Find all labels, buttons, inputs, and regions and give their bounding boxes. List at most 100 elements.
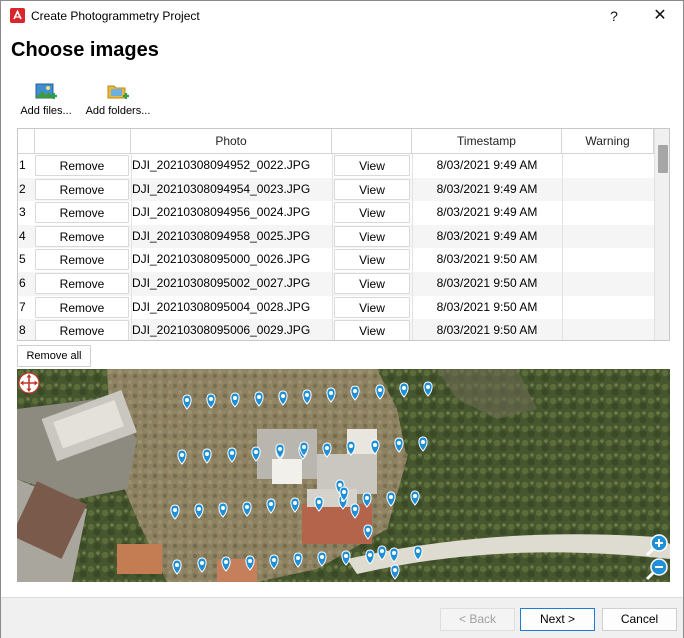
photo-location-marker[interactable] [202, 448, 212, 464]
photo-location-marker[interactable] [172, 559, 182, 575]
photo-location-marker[interactable] [177, 449, 187, 465]
view-button[interactable]: View [334, 178, 410, 200]
table-header: Photo Timestamp Warning [18, 129, 654, 154]
row-number: 6 [19, 276, 26, 290]
view-button[interactable]: View [334, 273, 410, 294]
photo-location-marker[interactable] [377, 545, 387, 561]
photo-location-marker[interactable] [266, 498, 276, 514]
photo-location-marker[interactable] [197, 557, 207, 573]
add-folders-label: Add folders... [85, 105, 151, 117]
photo-location-marker[interactable] [394, 437, 404, 453]
timestamp-cell: 8/03/2021 9:50 AM [436, 323, 538, 338]
photo-filename: DJI_20210308095006_0029.JPG [132, 323, 311, 338]
photo-location-marker[interactable] [322, 442, 332, 458]
page-title: Choose images [11, 39, 159, 61]
photo-location-marker[interactable] [346, 440, 356, 456]
photo-location-marker[interactable] [269, 554, 279, 570]
table-row[interactable]: 2 Remove DJI_20210308094954_0023.JPG View 8/… [18, 177, 654, 202]
photo-location-marker[interactable] [245, 555, 255, 571]
next-button[interactable]: Next > [520, 608, 595, 631]
table-row[interactable]: 4 Remove DJI_20210308094958_0025.JPG View 8/… [18, 224, 654, 249]
photo-location-marker[interactable] [182, 394, 192, 410]
photo-location-marker[interactable] [290, 497, 300, 513]
photo-filename: DJI_20210308094958_0025.JPG [132, 228, 311, 243]
photo-location-marker[interactable] [206, 393, 216, 409]
help-button[interactable]: ? [591, 1, 637, 31]
photo-filename: DJI_20210308094952_0022.JPG [132, 158, 311, 172]
cancel-button[interactable]: Cancel [602, 608, 677, 631]
photo-location-marker[interactable] [221, 556, 231, 572]
remove-all-button[interactable]: Remove all [17, 345, 91, 367]
header-timestamp[interactable]: Timestamp [412, 129, 562, 154]
zoom-in-icon[interactable] [645, 533, 669, 557]
view-button[interactable]: View [334, 249, 410, 271]
app-logo-icon [10, 8, 25, 23]
photo-location-marker[interactable] [326, 387, 336, 403]
photo-location-marker[interactable] [302, 389, 312, 405]
photo-location-marker[interactable] [341, 550, 351, 566]
photo-location-marker[interactable] [254, 391, 264, 407]
table-row[interactable]: 6 Remove DJI_20210308095002_0027.JPG View 8/… [18, 272, 654, 296]
scrollbar-thumb[interactable] [658, 145, 668, 173]
photo-location-marker[interactable] [375, 384, 385, 400]
photo-location-marker[interactable] [418, 436, 428, 452]
remove-button[interactable]: Remove [35, 320, 129, 340]
photo-location-marker[interactable] [363, 524, 373, 540]
zoom-out-icon[interactable] [645, 557, 669, 581]
view-button[interactable]: View [334, 225, 410, 247]
photo-location-marker[interactable] [399, 382, 409, 398]
photo-location-marker[interactable] [350, 385, 360, 401]
table-row[interactable]: 5 Remove DJI_20210308095000_0026.JPG View 8/… [18, 248, 654, 272]
row-number: 1 [19, 158, 26, 172]
photo-location-marker[interactable] [293, 552, 303, 568]
view-button[interactable]: View [334, 202, 410, 224]
add-folder-icon [107, 85, 129, 99]
remove-button[interactable]: Remove [35, 249, 129, 271]
photo-location-marker[interactable] [230, 392, 240, 408]
remove-button[interactable]: Remove [35, 273, 129, 294]
photo-location-marker[interactable] [278, 390, 288, 406]
remove-button[interactable]: Remove [35, 178, 129, 200]
photo-location-marker[interactable] [389, 547, 399, 563]
remove-button[interactable]: Remove [35, 202, 129, 224]
remove-button[interactable]: Remove [35, 296, 129, 318]
close-button[interactable]: ✕ [637, 1, 683, 31]
table-row[interactable]: 7 Remove DJI_20210308095004_0028.JPG View 8/… [18, 296, 654, 320]
header-remove [35, 129, 131, 154]
photo-location-marker[interactable] [350, 503, 360, 519]
header-photo[interactable]: Photo [131, 129, 332, 154]
table-row[interactable]: 8 Remove DJI_20210308095006_0029.JPG View 8/… [18, 319, 654, 340]
photo-location-marker[interactable] [242, 501, 252, 517]
photo-filename: DJI_20210308094954_0023.JPG [132, 181, 311, 196]
photo-location-marker[interactable] [314, 496, 324, 512]
photo-location-marker[interactable] [251, 446, 261, 462]
photo-location-marker[interactable] [370, 439, 380, 455]
header-warning[interactable]: Warning [562, 129, 654, 154]
back-button[interactable]: < Back [440, 608, 515, 631]
add-files-button[interactable]: Add files... [17, 83, 75, 123]
photo-location-marker[interactable] [413, 545, 423, 561]
table-scrollbar[interactable] [654, 129, 669, 340]
photo-location-marker[interactable] [423, 381, 433, 397]
photo-location-marker[interactable] [362, 492, 372, 508]
photo-location-marker[interactable] [227, 447, 237, 463]
remove-button[interactable]: Remove [35, 225, 129, 247]
photo-locations-map[interactable] [17, 369, 670, 582]
table-row[interactable]: 3 Remove DJI_20210308094956_0024.JPG View 8/… [18, 201, 654, 225]
photo-location-marker[interactable] [218, 502, 228, 518]
photo-location-marker[interactable] [410, 490, 420, 506]
photo-location-marker[interactable] [170, 504, 180, 520]
move-arrows-icon[interactable] [17, 371, 41, 395]
photo-location-marker[interactable] [194, 503, 204, 519]
view-button[interactable]: View [334, 320, 410, 340]
table-row[interactable]: 1 Remove DJI_20210308094952_0022.JPG View 8/… [18, 154, 654, 178]
add-folders-button[interactable]: Add folders... [85, 83, 151, 123]
photo-location-marker[interactable] [317, 551, 327, 567]
photo-location-marker[interactable] [365, 549, 375, 565]
add-image-icon [35, 83, 57, 99]
view-button[interactable]: View [334, 296, 410, 318]
view-button[interactable]: View [334, 155, 410, 176]
photo-location-marker[interactable] [390, 564, 400, 580]
remove-button[interactable]: Remove [35, 155, 129, 176]
photo-location-marker[interactable] [386, 491, 396, 507]
